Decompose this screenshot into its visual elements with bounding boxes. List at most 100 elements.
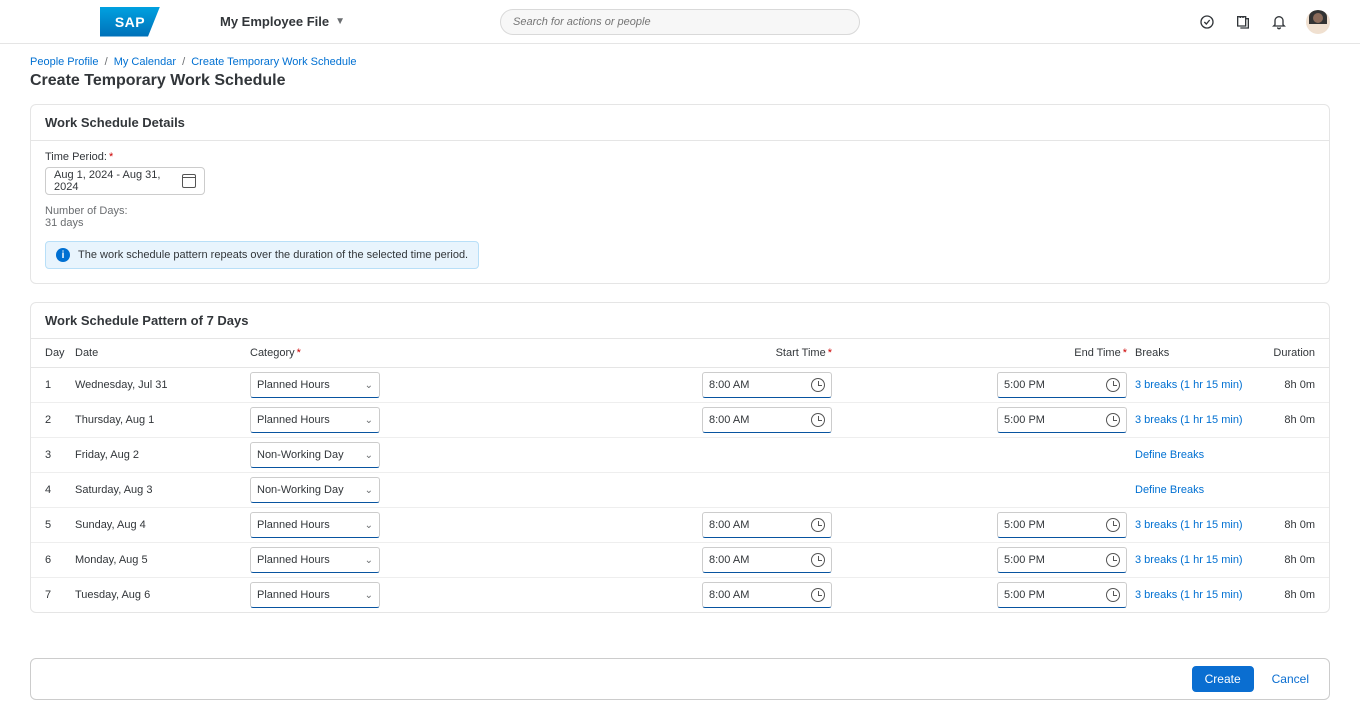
cell-breaks: 3 breaks (1 hr 15 min) (1135, 519, 1265, 531)
end-time-input[interactable]: 5:00 PM (997, 547, 1127, 573)
clock-icon (811, 378, 825, 392)
table-row: 7Tuesday, Aug 6Planned Hours⌄ 8:00 AM 5:00… (31, 578, 1329, 612)
cell-duration: 8h 0m (1265, 554, 1315, 566)
panel-body: Day Date Category* Start Time* End Time*… (31, 339, 1329, 612)
cell-breaks: 3 breaks (1 hr 15 min) (1135, 554, 1265, 566)
breadcrumb-link[interactable]: My Calendar (114, 56, 176, 68)
cell-start: 8:00 AM (540, 512, 840, 538)
num-days-value: 31 days (45, 217, 1315, 229)
category-select[interactable]: Planned Hours⌄ (250, 547, 380, 573)
panel-work-schedule-details: Work Schedule Details Time Period:* Aug … (30, 104, 1330, 284)
category-select[interactable]: Non-Working Day⌄ (250, 477, 380, 503)
start-time-input[interactable]: 8:00 AM (702, 407, 832, 433)
col-end: End Time* (840, 347, 1135, 359)
menu-my-employee-file[interactable]: My Employee File ▼ (220, 14, 345, 29)
table-row: 4Saturday, Aug 3Non-Working Day⌄Define B… (31, 473, 1329, 508)
menu-label: My Employee File (220, 14, 329, 29)
col-day: Day (45, 347, 75, 359)
num-days: Number of Days: 31 days (45, 205, 1315, 229)
cell-day: 2 (45, 414, 75, 426)
cell-end: 5:00 PM (840, 582, 1135, 608)
chevron-down-icon: ⌄ (365, 380, 373, 391)
approvals-icon[interactable] (1198, 13, 1216, 31)
clock-icon (1106, 588, 1120, 602)
breaks-link[interactable]: 3 breaks (1 hr 15 min) (1135, 519, 1243, 531)
breaks-link[interactable]: 3 breaks (1 hr 15 min) (1135, 379, 1243, 391)
start-time-input[interactable]: 8:00 AM (702, 547, 832, 573)
cell-date: Thursday, Aug 1 (75, 414, 250, 426)
cell-breaks: Define Breaks (1135, 484, 1265, 496)
cell-breaks: 3 breaks (1 hr 15 min) (1135, 414, 1265, 426)
cell-category: Planned Hours⌄ (250, 512, 540, 538)
start-time-input[interactable]: 8:00 AM (702, 372, 832, 398)
end-time-input[interactable]: 5:00 PM (997, 372, 1127, 398)
table-row: 5Sunday, Aug 4Planned Hours⌄8:00 AM5:00 … (31, 508, 1329, 543)
panel-body: Time Period:* Aug 1, 2024 - Aug 31, 2024… (31, 141, 1329, 283)
breadcrumb-link[interactable]: People Profile (30, 56, 99, 68)
col-breaks: Breaks (1135, 347, 1265, 359)
chevron-down-icon: ⌄ (365, 555, 373, 566)
clock-icon (811, 518, 825, 532)
footer-bar: Create Cancel (30, 658, 1330, 700)
chevron-down-icon: ⌄ (365, 450, 373, 461)
create-button[interactable]: Create (1192, 666, 1254, 692)
info-text: The work schedule pattern repeats over t… (78, 249, 468, 261)
cell-date: Tuesday, Aug 6 (75, 589, 250, 601)
breadcrumb: People Profile / My Calendar / Create Te… (0, 44, 1360, 72)
page-title: Create Temporary Work Schedule (0, 72, 1360, 104)
chevron-down-icon: ⌄ (365, 415, 373, 426)
time-period-value: Aug 1, 2024 - Aug 31, 2024 (54, 169, 182, 193)
required-asterisk: * (109, 151, 113, 163)
clock-icon (811, 588, 825, 602)
cell-category: Non-Working Day⌄ (250, 477, 540, 503)
breadcrumb-sep: / (182, 56, 185, 68)
cell-end: 5:00 PM (840, 512, 1135, 538)
cancel-button[interactable]: Cancel (1264, 666, 1317, 692)
category-select[interactable]: Planned Hours⌄ (250, 407, 380, 433)
end-time-input[interactable]: 5:00 PM (997, 407, 1127, 433)
end-time-input[interactable]: 5:00 PM (997, 582, 1127, 608)
start-time-input[interactable]: 8:00 AM (702, 582, 832, 608)
cell-breaks: 3 breaks (1 hr 15 min) (1135, 589, 1265, 601)
end-time-input[interactable]: 5:00 PM (997, 512, 1127, 538)
bell-icon[interactable] (1270, 13, 1288, 31)
breaks-link[interactable]: 3 breaks (1 hr 15 min) (1135, 589, 1243, 601)
header-right (1198, 10, 1330, 34)
time-period-input[interactable]: Aug 1, 2024 - Aug 31, 2024 (45, 167, 205, 195)
calendar-icon (182, 174, 196, 188)
category-select[interactable]: Planned Hours⌄ (250, 582, 380, 608)
search-input[interactable] (500, 9, 860, 35)
avatar[interactable] (1306, 10, 1330, 34)
breaks-link[interactable]: Define Breaks (1135, 484, 1204, 496)
cell-duration: 8h 0m (1265, 589, 1315, 601)
cell-breaks: 3 breaks (1 hr 15 min) (1135, 379, 1265, 391)
cell-day: 5 (45, 519, 75, 531)
cell-category: Planned Hours⌄ (250, 547, 540, 573)
cell-end: 5:00 PM (840, 372, 1135, 398)
cell-start: 8:00 AM (540, 547, 840, 573)
cell-day: 4 (45, 484, 75, 496)
breaks-link[interactable]: Define Breaks (1135, 449, 1204, 461)
cell-start: 8:00 AM (540, 582, 840, 608)
category-select[interactable]: Non-Working Day⌄ (250, 442, 380, 468)
clock-icon (811, 553, 825, 567)
breaks-link[interactable]: 3 breaks (1 hr 15 min) (1135, 414, 1243, 426)
category-select[interactable]: Planned Hours⌄ (250, 512, 380, 538)
sap-logo[interactable]: SAP (100, 7, 160, 37)
cell-day: 7 (45, 589, 75, 601)
breaks-link[interactable]: 3 breaks (1 hr 15 min) (1135, 554, 1243, 566)
cell-category: Non-Working Day⌄ (250, 442, 540, 468)
category-select[interactable]: Planned Hours⌄ (250, 372, 380, 398)
panel-title: Work Schedule Pattern of 7 Days (31, 303, 1329, 339)
cell-category: Planned Hours⌄ (250, 372, 540, 398)
table-row: 1Wednesday, Jul 31Planned Hours⌄8:00 AM5… (31, 368, 1329, 403)
info-message: i The work schedule pattern repeats over… (45, 241, 479, 269)
inbox-icon[interactable] (1234, 13, 1252, 31)
col-category: Category* (250, 347, 540, 359)
info-icon: i (56, 248, 70, 262)
chevron-down-icon: ⌄ (365, 590, 373, 601)
start-time-input[interactable]: 8:00 AM (702, 512, 832, 538)
cell-end: 5:00 PM (840, 547, 1135, 573)
col-duration: Duration (1265, 347, 1315, 359)
cell-date: Friday, Aug 2 (75, 449, 250, 461)
